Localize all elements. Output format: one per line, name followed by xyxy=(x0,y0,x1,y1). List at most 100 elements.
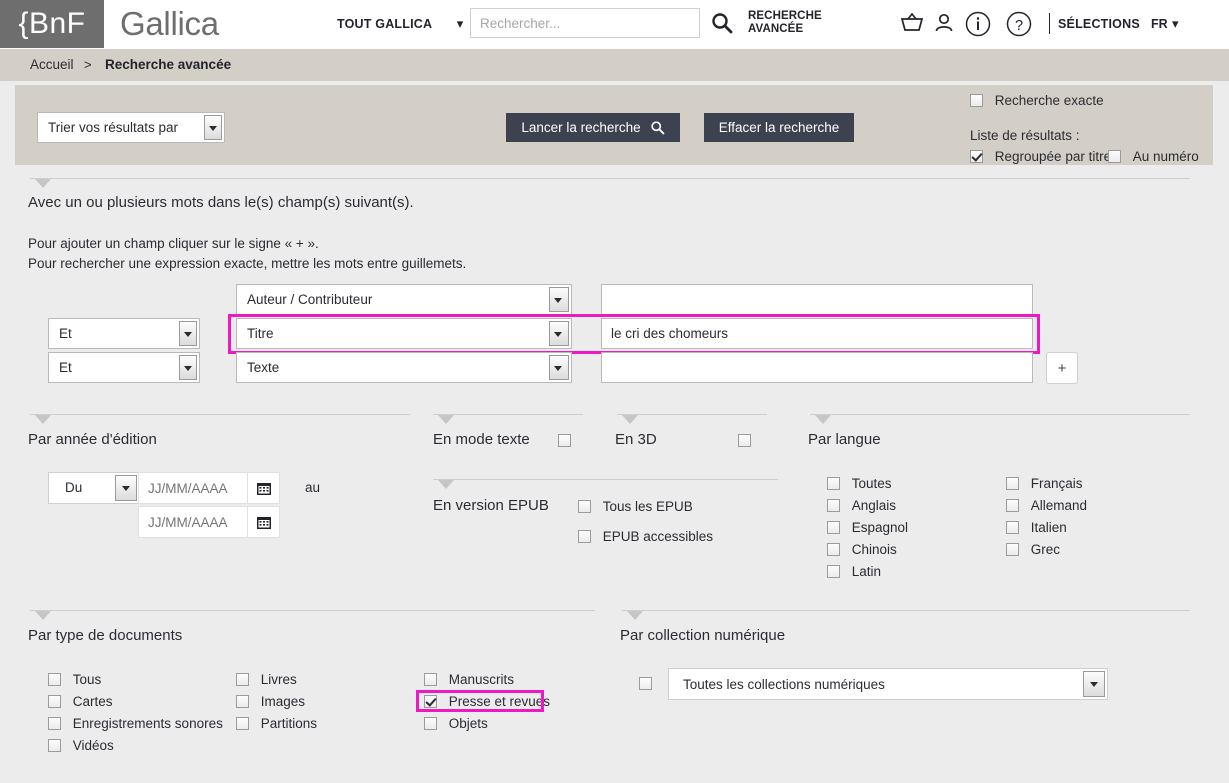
language-checkbox-row[interactable]: Italien xyxy=(1006,520,1067,535)
field-select-row-3[interactable]: Texte xyxy=(236,352,572,383)
date-from-input[interactable] xyxy=(138,472,248,504)
chevron-down-icon[interactable] xyxy=(549,355,569,380)
bnf-logo[interactable]: {BnF xyxy=(0,0,104,48)
language-checkbox-row[interactable]: Latin xyxy=(827,564,881,579)
help-icon[interactable]: ? xyxy=(1006,11,1032,42)
field-select-row-1[interactable]: Auteur / Contributeur xyxy=(236,284,572,315)
three-d-checkbox[interactable] xyxy=(738,434,751,447)
exact-search-checkbox-row[interactable]: Recherche exacte xyxy=(970,93,1104,108)
doctype-checkbox-row[interactable]: Images xyxy=(236,694,305,709)
operator-select-row-3[interactable]: Et xyxy=(48,352,200,383)
epub-accessible-checkbox[interactable] xyxy=(578,530,591,543)
search-input[interactable] xyxy=(470,8,700,38)
language-checkbox-row[interactable]: Allemand xyxy=(1006,498,1087,513)
collection-checkbox[interactable] xyxy=(639,677,652,690)
chevron-down-icon[interactable] xyxy=(179,355,197,380)
field-value-row-3[interactable] xyxy=(601,352,1033,383)
section-collapse-triangle-icon[interactable] xyxy=(627,611,643,620)
doctype-checkbox-row[interactable]: Objets xyxy=(424,716,488,731)
doctype-cartes-checkbox[interactable] xyxy=(48,695,61,708)
launch-search-button[interactable]: Lancer la recherche xyxy=(506,113,680,142)
section-collapse-triangle-icon[interactable] xyxy=(622,415,638,424)
language-espagnol-checkbox[interactable] xyxy=(827,521,840,534)
calendar-icon-from[interactable] xyxy=(248,472,280,504)
clear-search-button[interactable]: Effacer la recherche xyxy=(704,113,854,142)
doctype-checkbox-row[interactable]: Tous xyxy=(48,672,101,687)
epub-all-checkbox[interactable] xyxy=(578,500,591,513)
basket-icon[interactable] xyxy=(899,11,925,40)
doctype-manuscrits-checkbox[interactable] xyxy=(424,673,437,686)
section-collapse-triangle-icon[interactable] xyxy=(438,480,454,489)
date-to-input[interactable] xyxy=(138,506,248,538)
by-issue-checkbox[interactable] xyxy=(1108,150,1121,163)
text-mode-checkbox[interactable] xyxy=(558,434,571,447)
field-value-row-1[interactable] xyxy=(601,284,1033,315)
doctype-checkbox-row[interactable]: Enregistrements sonores xyxy=(48,716,223,731)
language-checkbox-row[interactable]: Grec xyxy=(1006,542,1060,557)
collection-select[interactable]: Toutes les collections numériques xyxy=(668,668,1108,700)
by-issue-checkbox-row[interactable]: Au numéro xyxy=(1108,149,1199,164)
sort-results-select[interactable]: Trier vos résultats par xyxy=(37,112,225,143)
doctype-enregistrements-checkbox[interactable] xyxy=(48,717,61,730)
search-scope-label[interactable]: TOUT GALLICA xyxy=(337,17,432,31)
doctype-presse-checkbox[interactable] xyxy=(424,695,437,708)
date-range-mode-select[interactable]: Du xyxy=(48,472,140,504)
add-field-button[interactable]: + xyxy=(1046,352,1078,384)
language-checkbox-row[interactable]: Chinois xyxy=(827,542,897,557)
section-collapse-triangle-icon[interactable] xyxy=(438,415,454,424)
language-grec-checkbox[interactable] xyxy=(1006,543,1019,556)
doctype-objets-checkbox[interactable] xyxy=(424,717,437,730)
doctype-tous-checkbox[interactable] xyxy=(48,673,61,686)
section-collapse-triangle-icon[interactable] xyxy=(35,415,51,424)
info-icon[interactable] xyxy=(965,11,991,42)
field-select-row-2[interactable]: Titre xyxy=(236,318,572,349)
language-anglais-checkbox[interactable] xyxy=(827,499,840,512)
breadcrumb-home-link[interactable]: Accueil xyxy=(30,57,74,72)
language-checkbox-row[interactable]: Anglais xyxy=(827,498,896,513)
grouped-by-title-checkbox-row[interactable]: Regroupée par titre xyxy=(970,149,1111,164)
doctype-checkbox-row[interactable]: Livres xyxy=(236,672,297,687)
operator-select-row-2[interactable]: Et xyxy=(48,318,200,349)
chevron-down-icon[interactable] xyxy=(204,115,222,140)
doctype-checkbox-row[interactable]: Cartes xyxy=(48,694,113,709)
calendar-icon-to[interactable] xyxy=(248,506,280,538)
doctype-videos-checkbox[interactable] xyxy=(48,739,61,752)
language-selector[interactable]: FR xyxy=(1151,17,1168,31)
chevron-down-icon[interactable] xyxy=(549,287,569,312)
language-latin-checkbox[interactable] xyxy=(827,565,840,578)
search-icon[interactable] xyxy=(710,11,734,35)
grouped-by-title-checkbox[interactable] xyxy=(970,150,983,163)
doctype-images-checkbox[interactable] xyxy=(236,695,249,708)
language-checkbox-row[interactable]: Français xyxy=(1006,476,1083,491)
doctype-checkbox-row[interactable]: Manuscrits xyxy=(424,672,514,687)
chevron-down-icon[interactable] xyxy=(179,321,197,346)
epub-all-checkbox-row[interactable]: Tous les EPUB xyxy=(578,499,693,514)
gallica-wordmark[interactable]: Gallica xyxy=(120,5,219,43)
language-checkbox-row[interactable]: Espagnol xyxy=(827,520,908,535)
selections-link[interactable]: SÉLECTIONS xyxy=(1058,17,1140,31)
chevron-down-icon[interactable] xyxy=(1083,671,1105,697)
language-checkbox-row[interactable]: Toutes xyxy=(827,476,892,491)
chevron-down-icon[interactable] xyxy=(115,475,137,501)
doctype-checkbox-row[interactable]: Presse et revues xyxy=(424,694,550,709)
exact-search-checkbox[interactable] xyxy=(970,94,983,107)
section-collapse-triangle-icon[interactable] xyxy=(815,415,831,424)
doctype-checkbox-row[interactable]: Partitions xyxy=(236,716,317,731)
language-allemand-checkbox[interactable] xyxy=(1006,499,1019,512)
section-collapse-triangle-icon[interactable] xyxy=(35,611,51,620)
doctype-livres-checkbox[interactable] xyxy=(236,673,249,686)
section-collapse-triangle-icon[interactable] xyxy=(35,179,51,188)
doctype-partitions-checkbox[interactable] xyxy=(236,717,249,730)
chevron-down-icon[interactable] xyxy=(549,321,569,346)
advanced-search-link[interactable]: RECHERCHE AVANCÉE xyxy=(748,10,822,36)
language-chinois-checkbox[interactable] xyxy=(827,543,840,556)
doctype-checkbox-row[interactable]: Vidéos xyxy=(48,738,114,753)
language-italien-checkbox[interactable] xyxy=(1006,521,1019,534)
field-value-row-2[interactable] xyxy=(601,318,1033,349)
user-icon[interactable] xyxy=(933,11,955,40)
chevron-down-icon[interactable]: ▾ xyxy=(1172,16,1179,32)
language-francais-checkbox[interactable] xyxy=(1006,477,1019,490)
chevron-down-icon[interactable]: ▾ xyxy=(451,16,469,32)
language-toutes-checkbox[interactable] xyxy=(827,477,840,490)
epub-accessible-checkbox-row[interactable]: EPUB accessibles xyxy=(578,529,713,544)
